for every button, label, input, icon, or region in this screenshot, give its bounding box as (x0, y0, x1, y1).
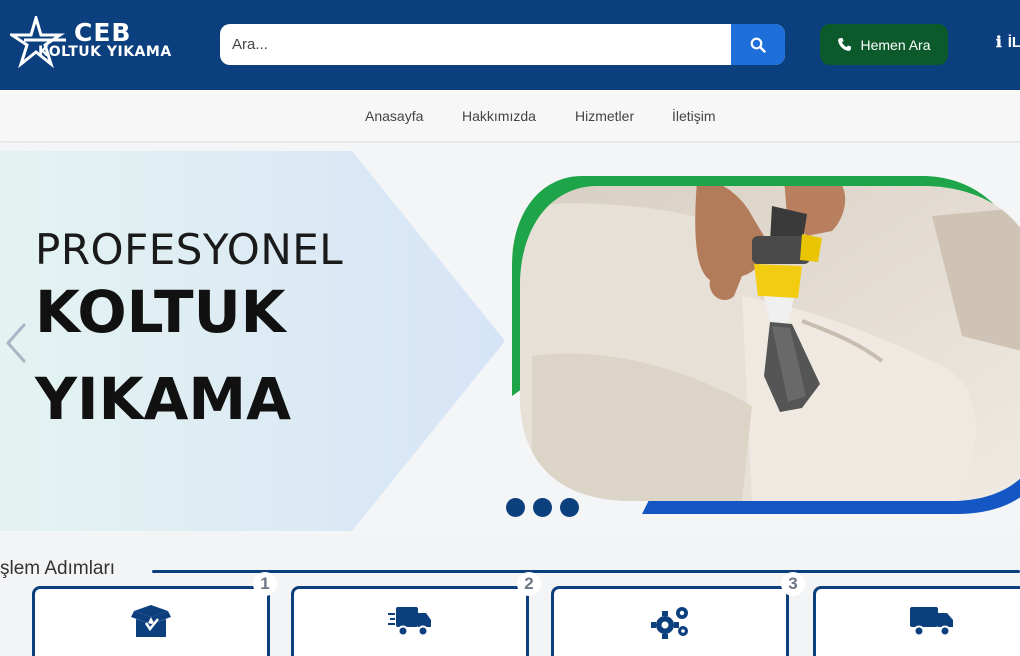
sofa-cleaning-image (512, 176, 1020, 514)
search-button[interactable] (731, 24, 785, 65)
steps-divider-line (152, 570, 1020, 573)
call-now-label: Hemen Ara (860, 36, 931, 53)
truck-icon (910, 607, 953, 637)
star-logo-icon (10, 16, 66, 68)
nav-item-anasayfa[interactable]: Anasayfa (365, 108, 423, 124)
step-card-box[interactable] (32, 586, 270, 656)
brand-logo[interactable]: CEB KOLTUK YIKAMA (10, 16, 200, 68)
nav-item-iletisim[interactable]: İletişim (672, 108, 716, 124)
info-label: İL (1007, 33, 1020, 51)
step-number-1: 1 (253, 572, 277, 596)
slider-dot-1[interactable] (506, 498, 525, 517)
search-input[interactable] (220, 24, 732, 65)
nav-item-hakkimizda[interactable]: Hakkımızda (462, 108, 536, 124)
call-now-button[interactable]: Hemen Ara (820, 24, 948, 65)
slider-prev-arrow-icon[interactable] (2, 321, 28, 365)
step-card-gears[interactable] (551, 586, 789, 656)
step-card-truck[interactable] (813, 586, 1020, 656)
info-link[interactable]: ℹ İL (996, 33, 1020, 52)
nav-item-hizmetler[interactable]: Hizmetler (575, 108, 634, 124)
box-icon (131, 605, 171, 637)
brand-name-bottom: KOLTUK YIKAMA (38, 44, 172, 60)
search-icon (750, 37, 766, 53)
main-nav: Anasayfa Hakkımızda Hizmetler İletişim (0, 90, 1020, 142)
slider-dot-2[interactable] (533, 498, 552, 517)
step-number-3: 3 (781, 572, 805, 596)
hero-title-line2: KOLTUK (35, 278, 286, 346)
brand-name-top: CEB (74, 18, 132, 47)
top-header: CEB KOLTUK YIKAMA Hemen Ara ℹ İL (0, 0, 1020, 90)
gears-icon (651, 607, 688, 639)
hero-title-line3: YIKAMA (35, 365, 292, 433)
phone-icon (838, 37, 852, 51)
slider-dots (506, 498, 579, 517)
hero-slider: PROFESYONEL KOLTUK YIKAMA (0, 143, 1020, 533)
hero-title-line1: PROFESYONEL (35, 225, 344, 274)
search-bar (220, 24, 785, 65)
steps-section-title: şlem Adımları (0, 558, 116, 579)
delivery-truck-icon (388, 607, 431, 637)
slider-dot-3[interactable] (560, 498, 579, 517)
step-number-2: 2 (517, 572, 541, 596)
info-icon: ℹ (996, 34, 1002, 51)
step-card-delivery[interactable] (291, 586, 529, 656)
